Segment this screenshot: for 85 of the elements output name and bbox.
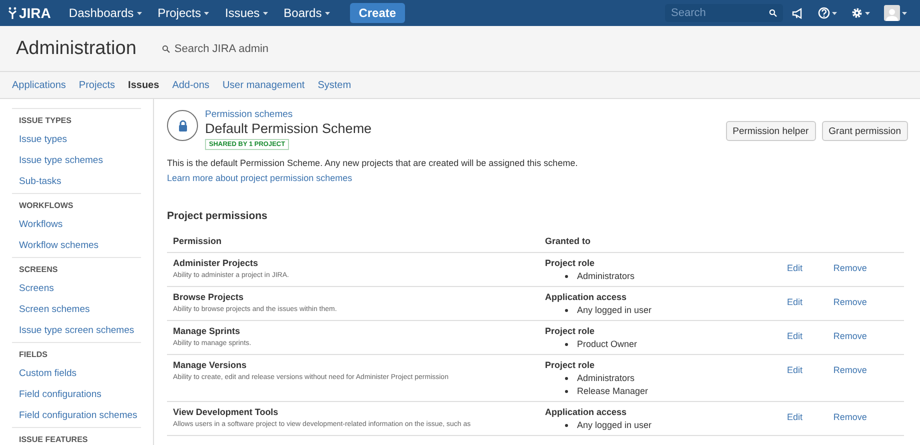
bullet-icon: [565, 308, 568, 312]
bullet-icon: [565, 390, 568, 392]
page-title: Administration: [16, 38, 136, 60]
sidebar-link[interactable]: Custom fields: [19, 363, 134, 384]
admin-tab[interactable]: Issues: [128, 80, 160, 90]
admin-tab[interactable]: Add-ons: [172, 80, 210, 90]
lock-icon: [167, 110, 198, 141]
section-title: Project permissions: [167, 210, 268, 222]
permission-name: View Development Tools: [173, 407, 280, 417]
caret-icon: [865, 12, 870, 14]
sidebar-heading: ISSUE TYPES: [19, 116, 72, 125]
permission-name: Browse Projects: [173, 292, 245, 302]
bullet-icon: [565, 274, 568, 278]
column-header: Permission: [167, 232, 539, 252]
scheme-title: Default Permission Scheme: [205, 121, 373, 136]
breadcrumb-link[interactable]: Permission schemes: [205, 109, 719, 120]
create-button[interactable]: Create: [350, 3, 406, 23]
sidebar-link[interactable]: Issue type schemes: [19, 150, 134, 171]
bullet-icon: [565, 342, 568, 346]
column-header: Granted to: [539, 232, 781, 252]
sidebar-heading: SCREENS: [19, 265, 59, 274]
action-button[interactable]: Permission helper: [726, 121, 816, 141]
nav-menu[interactable]: Issues: [218, 0, 274, 26]
admin-tab[interactable]: System: [318, 80, 352, 90]
grantee: Product Owner: [577, 339, 638, 349]
grantee: Administrators: [577, 373, 635, 383]
logo-text: JIRA: [19, 5, 51, 21]
admin-tab[interactable]: User management: [222, 80, 305, 90]
permission-name: Manage Versions: [173, 360, 248, 370]
nav-menu[interactable]: Dashboards: [62, 0, 148, 26]
grant-type: Project role: [545, 258, 596, 268]
sidebar-link[interactable]: Issue types: [19, 129, 134, 150]
permission-name: Manage Sprints: [173, 326, 242, 336]
row-action-link[interactable]: Edit: [787, 331, 803, 341]
sidebar-link[interactable]: Issue type screen schemes: [19, 320, 134, 341]
grantee: Any logged in user: [577, 305, 652, 315]
sidebar-heading: ISSUE FEATURES: [19, 435, 89, 444]
caret-icon: [902, 12, 907, 14]
search-icon: [162, 44, 170, 52]
grant-type: Project role: [545, 326, 596, 336]
grantee: Administrators: [577, 271, 635, 281]
grant-type: Application access: [545, 407, 628, 417]
sidebar-link[interactable]: Sub-tasks: [19, 171, 134, 192]
row-action-link[interactable]: Remove: [833, 297, 867, 307]
learn-more-link[interactable]: Learn more about project permission schemes: [167, 173, 352, 183]
bullet-icon: [565, 376, 568, 380]
sidebar-link[interactable]: Workflows: [19, 214, 134, 235]
caret-icon: [204, 12, 209, 14]
caret-icon: [136, 12, 142, 14]
sidebar-heading: FIELDS: [19, 350, 48, 359]
search-icon: [769, 9, 777, 17]
caret-icon: [324, 12, 330, 14]
admin-tab[interactable]: Projects: [78, 80, 116, 90]
search-field[interactable]: Search: [665, 4, 783, 22]
settings-icon: [851, 7, 863, 19]
row-action-link[interactable]: Remove: [833, 412, 867, 422]
logo-icon: [8, 7, 17, 19]
sidebar-link[interactable]: Screens: [19, 278, 134, 299]
sidebar-heading: WORKFLOWS: [19, 201, 74, 210]
action-button[interactable]: Grant permission: [822, 121, 908, 141]
nav-menu[interactable]: Boards: [278, 0, 336, 26]
scheme-description: This is the default Permission Scheme. Any new projects that are created will be assigned this scheme.: [167, 158, 579, 168]
row-action-link[interactable]: Edit: [787, 365, 803, 375]
sidebar-link[interactable]: Workflow schemes: [19, 235, 134, 256]
row-action-link[interactable]: Edit: [787, 263, 803, 273]
row-action-link[interactable]: Remove: [833, 331, 867, 341]
grantee: Any logged in user: [577, 420, 652, 430]
row-action-link[interactable]: Remove: [833, 365, 867, 375]
avatar-icon: [884, 5, 900, 21]
nav-menu[interactable]: Projects: [152, 0, 215, 26]
sidebar-link[interactable]: Screen schemes: [19, 299, 134, 320]
row-action-link[interactable]: Edit: [787, 412, 803, 422]
row-action-link[interactable]: Edit: [787, 297, 803, 307]
grantee: Release Manager: [577, 386, 648, 396]
permission-name: Administer Projects: [173, 258, 260, 268]
sidebar-link[interactable]: Field configurations: [19, 384, 134, 405]
caret-icon: [832, 12, 837, 14]
row-action-link[interactable]: Remove: [833, 263, 867, 273]
caret-icon: [262, 12, 268, 14]
bullet-icon: [565, 424, 568, 426]
grant-type: Application access: [545, 292, 628, 302]
grant-type: Project role: [545, 360, 596, 370]
admin-tab[interactable]: Applications: [12, 80, 66, 90]
help-icon: [818, 7, 830, 19]
admin-search-field[interactable]: Search JIRA admin: [174, 42, 294, 54]
